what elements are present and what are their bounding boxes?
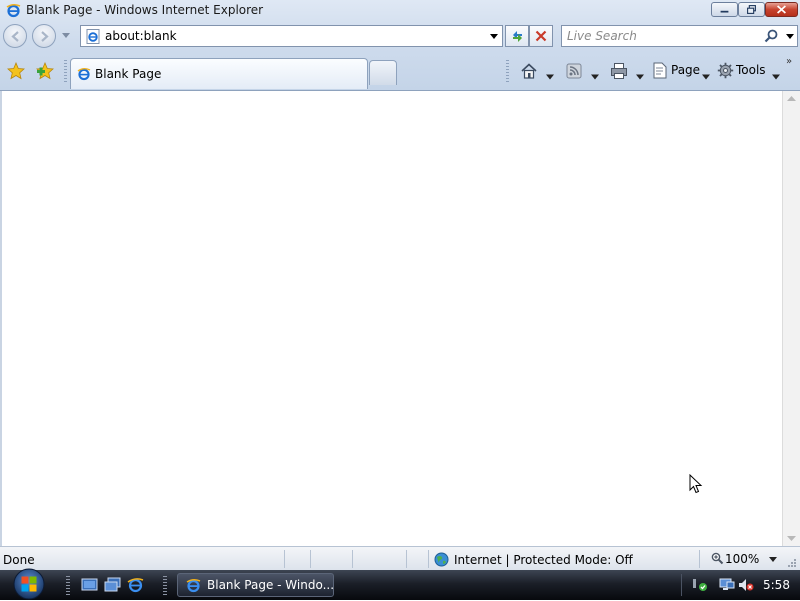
address-input[interactable]	[105, 28, 475, 44]
taskbar-window-button[interactable]: Blank Page - Windo...	[177, 573, 334, 597]
favorites-star-icon[interactable]	[7, 62, 25, 80]
tools-dropdown-icon[interactable]	[772, 68, 780, 86]
tools-menu-label: Tools	[736, 63, 766, 77]
internet-explorer-icon	[186, 578, 201, 593]
back-button[interactable]	[3, 24, 27, 48]
navigation-bar	[0, 22, 800, 54]
tab-bar: Blank Page Page Tools »	[0, 54, 800, 90]
add-to-favorites-icon[interactable]	[36, 62, 54, 80]
windows-taskbar: Blank Page - Windo... 5:58	[0, 567, 800, 601]
address-bar[interactable]	[80, 25, 503, 47]
volume-muted-icon[interactable]	[738, 578, 754, 592]
switch-windows-icon[interactable]	[104, 577, 121, 593]
gear-icon	[717, 62, 734, 79]
status-divider	[284, 550, 285, 568]
scroll-up-arrow-icon[interactable]	[787, 96, 796, 101]
toolbar-separator	[506, 60, 509, 84]
forward-arrow-icon	[41, 31, 49, 42]
tab-blank-page[interactable]: Blank Page	[70, 58, 368, 89]
refresh-button[interactable]	[505, 25, 529, 47]
new-tab-button[interactable]	[369, 60, 397, 85]
tools-menu-button[interactable]: Tools	[717, 62, 766, 80]
home-dropdown-icon[interactable]	[546, 68, 554, 86]
window-title: Blank Page - Windows Internet Explorer	[26, 3, 264, 17]
search-icon[interactable]	[764, 29, 778, 43]
page-menu-button[interactable]: Page	[652, 62, 700, 80]
restore-button[interactable]	[738, 2, 765, 17]
mouse-pointer-icon	[689, 474, 703, 494]
taskbar-window-label: Blank Page - Windo...	[207, 578, 335, 592]
restore-icon	[747, 5, 756, 14]
toolbar-overflow-chevron[interactable]: »	[786, 56, 792, 67]
quick-launch-grip[interactable]	[66, 576, 70, 596]
page-ie-icon	[86, 29, 100, 44]
forward-button[interactable]	[32, 24, 56, 48]
close-window-button[interactable]	[765, 2, 798, 17]
network-status-icon[interactable]	[692, 578, 708, 592]
recent-pages-dropdown-icon[interactable]	[62, 33, 70, 38]
vertical-scrollbar[interactable]	[782, 91, 800, 546]
page-icon	[653, 62, 667, 79]
internet-explorer-icon	[77, 68, 91, 81]
stop-icon	[535, 30, 547, 42]
browser-chrome: Blank Page - Windows Internet Explorer a…	[0, 0, 800, 90]
page-dropdown-icon[interactable]	[702, 68, 710, 86]
page-content-area[interactable]	[0, 90, 800, 546]
status-divider	[428, 550, 429, 568]
feeds-icon[interactable]	[566, 62, 582, 80]
toolbar-separator	[64, 60, 67, 84]
title-bar: Blank Page - Windows Internet Explorer	[0, 0, 800, 22]
start-button-windows-logo-icon[interactable]	[9, 567, 49, 601]
status-divider	[699, 550, 700, 568]
address-dropdown-icon[interactable]	[490, 34, 498, 39]
internet-zone-globe-icon[interactable]	[434, 552, 449, 567]
zoom-icon[interactable]	[711, 552, 724, 565]
status-divider	[310, 550, 311, 568]
clock[interactable]: 5:58	[763, 578, 790, 592]
minimize-button[interactable]	[711, 2, 738, 17]
show-desktop-icon[interactable]	[81, 577, 98, 593]
minimize-icon	[720, 10, 729, 13]
zoom-dropdown-icon[interactable]	[769, 557, 777, 562]
back-arrow-icon	[11, 31, 19, 42]
resize-grip-icon[interactable]	[787, 558, 797, 568]
status-divider	[352, 550, 353, 568]
status-divider	[406, 550, 407, 568]
network-connection-icon[interactable]	[719, 578, 735, 592]
zoom-level[interactable]: 100%	[725, 552, 759, 566]
security-zone-text[interactable]: Internet | Protected Mode: Off	[454, 553, 633, 567]
search-input[interactable]	[567, 28, 757, 44]
refresh-icon	[513, 31, 522, 42]
status-bar: Done Internet | Protected Mode: Off 100%	[0, 546, 800, 570]
internet-explorer-icon[interactable]	[127, 577, 144, 593]
status-text: Done	[3, 553, 35, 567]
print-icon[interactable]	[610, 62, 628, 80]
stop-button[interactable]	[529, 25, 553, 47]
content-border	[0, 91, 2, 546]
close-icon	[777, 5, 786, 14]
page-menu-label: Page	[671, 63, 701, 77]
home-icon[interactable]	[520, 62, 538, 80]
feeds-dropdown-icon[interactable]	[591, 68, 599, 86]
tab-label: Blank Page	[95, 67, 162, 81]
internet-explorer-icon	[6, 3, 21, 18]
tray-separator	[681, 574, 682, 596]
scroll-down-arrow-icon[interactable]	[787, 536, 796, 541]
search-options-dropdown-icon[interactable]	[786, 34, 794, 39]
taskbar-grip[interactable]	[163, 576, 167, 596]
print-dropdown-icon[interactable]	[636, 68, 644, 86]
search-box[interactable]	[561, 25, 798, 47]
